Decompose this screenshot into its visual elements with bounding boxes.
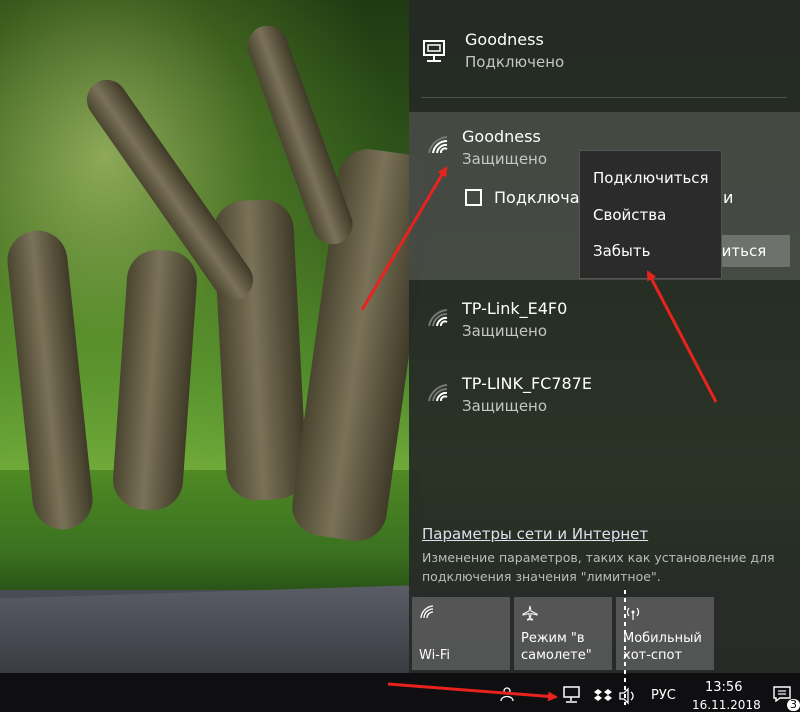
connection-status: Подключено [465, 53, 565, 71]
network-tray-icon[interactable] [563, 686, 583, 708]
current-connection[interactable]: Goodness Подключено [409, 22, 800, 82]
wifi-toggle-tile[interactable]: Wi-Fi [412, 597, 510, 670]
taskbar [0, 673, 800, 712]
wifi-signal-icon [427, 381, 451, 407]
people-icon[interactable] [500, 686, 514, 706]
network-name: TP-Link_E4F0 [462, 299, 568, 318]
tile-label: Wi-Fi [419, 648, 451, 663]
tile-label: Мобильный хот-спот [623, 631, 702, 663]
input-language[interactable]: РУС [651, 688, 676, 703]
connection-name: Goodness [465, 30, 544, 49]
divider [421, 97, 787, 98]
wifi-signal-icon [427, 133, 451, 159]
road [0, 585, 420, 673]
airplane-mode-tile[interactable]: Режим "в самолете" [514, 597, 612, 670]
auto-connect-label: Подключа [494, 188, 580, 207]
auto-connect-label-tail: и [723, 188, 734, 207]
notification-count-badge: 3 [787, 699, 800, 711]
volume-icon[interactable] [618, 687, 638, 709]
network-status: Защищено [462, 322, 548, 340]
network-settings-description: Изменение параметров, таких как установл… [422, 550, 775, 584]
network-context-menu: Подключиться Свойства Забыть [579, 150, 722, 279]
menu-item-connect[interactable]: Подключиться [593, 169, 709, 187]
menu-item-forget[interactable]: Забыть [593, 242, 650, 260]
network-name: Goodness [462, 127, 541, 146]
network-flyout: Goodness Подключено Goodness Защищено По… [409, 0, 800, 673]
tile-label: Режим "в самолете" [521, 631, 592, 663]
dropbox-icon[interactable] [594, 688, 612, 708]
network-status: Защищено [462, 397, 548, 415]
network-status: Защищено [462, 150, 548, 168]
network-settings-link[interactable]: Параметры сети и Интернет [422, 525, 648, 543]
ethernet-icon [423, 40, 449, 68]
menu-item-properties[interactable]: Свойства [593, 206, 666, 224]
airplane-icon [522, 605, 538, 625]
network-name: TP-LINK_FC787E [462, 374, 592, 393]
wifi-signal-icon [427, 306, 451, 332]
mobile-hotspot-tile[interactable]: Мобильный хот-спот [616, 597, 714, 670]
hotspot-icon [624, 605, 642, 625]
clock-time[interactable]: 13:56 [705, 680, 742, 695]
clock-date[interactable]: 16.11.2018 [692, 698, 761, 712]
wifi-icon [420, 605, 436, 623]
auto-connect-checkbox[interactable] [465, 189, 482, 206]
